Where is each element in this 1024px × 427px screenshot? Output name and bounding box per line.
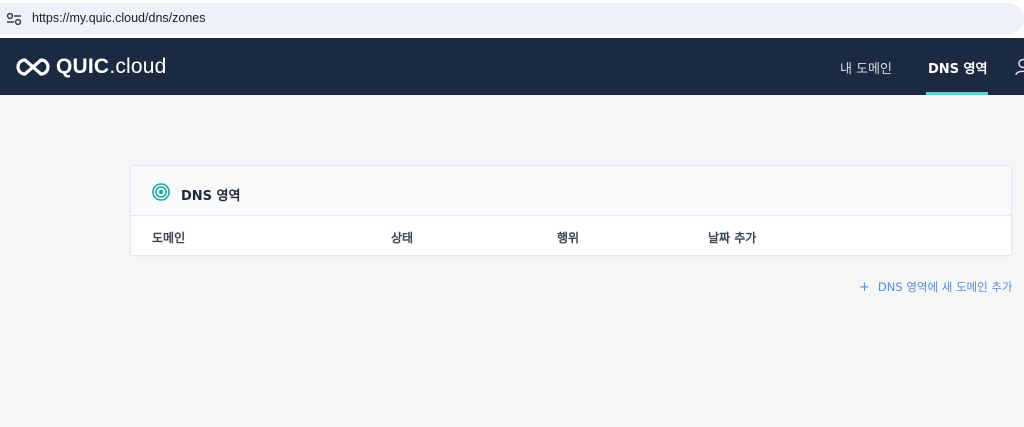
card-header: DNS 영역 [131, 166, 1011, 216]
logo-text-bold: QUIC [56, 55, 110, 78]
nav-dns-zones[interactable]: DNS 영역 [928, 58, 987, 77]
add-domain-label: DNS 영역에 새 도메인 추가 [877, 280, 1013, 294]
add-domain-link[interactable]: + DNS 영역에 새 도메인 추가 [859, 279, 1013, 295]
logo[interactable]: QUIC .cloud [16, 55, 167, 79]
column-header-action[interactable]: 행위 [557, 229, 579, 246]
card-title: DNS 영역 [181, 189, 241, 204]
column-header-domain[interactable]: 도메인 [152, 229, 185, 246]
nav-my-domains[interactable]: 내 도메인 [840, 58, 892, 77]
url-text[interactable]: https://my.quic.cloud/dns/zones [32, 11, 205, 25]
quic-cloud-logo-icon [16, 58, 50, 76]
column-header-status[interactable]: 상태 [391, 229, 413, 246]
user-icon[interactable] [1015, 58, 1024, 76]
app-header: QUIC .cloud 내 도메인 DNS 영역 [0, 38, 1024, 95]
url-field[interactable]: https://my.quic.cloud/dns/zones [0, 3, 1024, 34]
target-icon [152, 183, 170, 201]
logo-text: QUIC .cloud [56, 55, 167, 79]
tune-icon[interactable] [6, 12, 22, 26]
column-header-date-added[interactable]: 날짜 추가 [708, 229, 756, 246]
active-nav-indicator [926, 92, 988, 95]
browser-address-bar: https://my.quic.cloud/dns/zones [0, 0, 1024, 38]
plus-icon: + [859, 279, 870, 295]
logo-text-thin: .cloud [109, 55, 167, 78]
dns-zones-card: DNS 영역 도메인 상태 행위 날짜 추가 [130, 165, 1012, 256]
